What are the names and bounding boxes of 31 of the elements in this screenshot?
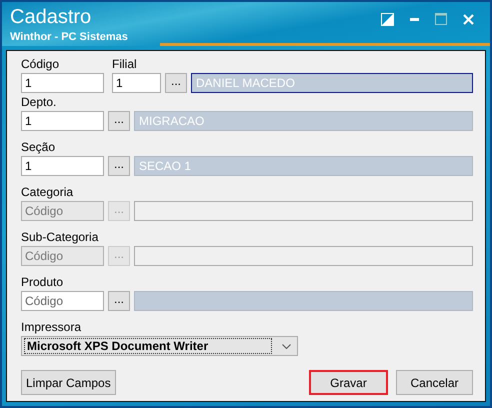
field-label: Código (21, 57, 60, 71)
lookup-button[interactable]: ... (108, 156, 130, 176)
description-field: DANIEL MACEDO (191, 73, 473, 93)
cancel-button[interactable]: Cancelar (396, 370, 473, 395)
code-field[interactable]: 1 (21, 73, 104, 93)
save-button[interactable]: Gravar (309, 370, 388, 395)
clear-button[interactable]: Limpar Campos (21, 370, 116, 395)
code-field[interactable]: Código (21, 291, 104, 311)
lookup-button[interactable]: ... (108, 111, 130, 131)
window-title: Cadastro (10, 6, 92, 28)
field-label: Seção (21, 140, 56, 154)
close-icon[interactable] (463, 14, 474, 24)
field-label: Filial (112, 57, 138, 71)
description-field: SECAO 1 (134, 156, 473, 176)
code-field[interactable]: 1 (112, 73, 161, 93)
field-label: Produto (21, 275, 64, 289)
field-label: Categoria (21, 185, 74, 199)
chevron-icon (282, 344, 291, 348)
lookup-button[interactable]: ... (165, 73, 187, 93)
window-subtitle: Winthor - PC Sistemas (10, 31, 128, 43)
code-field[interactable]: 1 (21, 111, 104, 131)
field-label: Impressora (21, 320, 82, 334)
contrast-icon[interactable] (381, 12, 394, 26)
minimize-icon[interactable] (410, 18, 419, 20)
field-label: Depto. (21, 95, 58, 109)
lookup-button[interactable]: ... (108, 291, 130, 311)
description-field: MIGRACAO (134, 111, 473, 131)
printer-dropdown[interactable]: Microsoft XPS Document Writer (21, 336, 298, 356)
maximize-icon[interactable] (435, 13, 447, 25)
code-field[interactable]: 1 (21, 156, 104, 176)
field-label: Sub-Categoria (21, 230, 100, 244)
